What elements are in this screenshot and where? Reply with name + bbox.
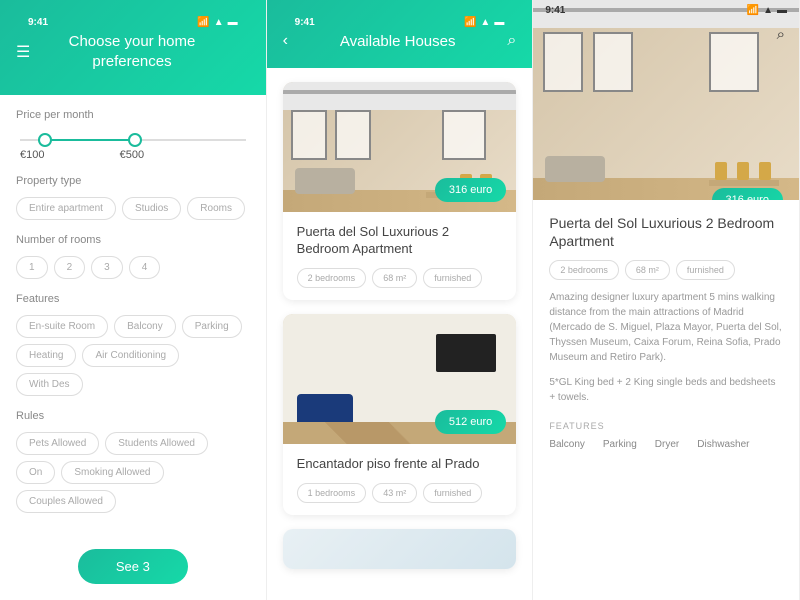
price-label: Price per month xyxy=(16,109,250,121)
listing-tag: 43 m² xyxy=(372,483,417,503)
signal-icon: 📶 xyxy=(197,17,209,28)
feature-chip[interactable]: En-suite Room xyxy=(16,315,108,338)
features-label: Features xyxy=(16,293,250,305)
menu-icon[interactable]: ☰ xyxy=(16,42,30,62)
listings-screen: 9:41 📶 ▲ ▬ ‹ Available Houses ⌕ 316 euro… xyxy=(267,0,534,600)
listing-tag: 68 m² xyxy=(372,268,417,288)
listings-content: 316 euro Puerta del Sol Luxurious 2 Bedro… xyxy=(267,68,533,588)
preferences-screen: 9:41 📶 ▲ ▬ ☰ Choose your home preference… xyxy=(0,0,267,600)
slider-handle-min[interactable] xyxy=(38,133,52,147)
signal-icon: 📶 xyxy=(747,5,759,16)
slider-handle-max[interactable] xyxy=(128,133,142,147)
hero-image: 316 euro xyxy=(533,0,799,200)
rule-chip[interactable]: On xyxy=(16,461,55,484)
room-count-chip[interactable]: 2 xyxy=(54,256,86,279)
room-count-chip[interactable]: 1 xyxy=(16,256,48,279)
page-title: Choose your home preferences xyxy=(30,32,233,71)
listing-image xyxy=(283,529,517,569)
room-count-chip[interactable]: 4 xyxy=(129,256,161,279)
listing-tag[interactable]: 68 m² xyxy=(625,260,670,280)
listing-card[interactable] xyxy=(283,529,517,569)
listing-tag: 1 bedrooms xyxy=(297,483,367,503)
header: 9:41 📶 ▲ ▬ ☰ Choose your home preference… xyxy=(0,0,266,95)
status-icons: 📶 ▲ ▬ xyxy=(464,17,504,28)
listing-tag: furnished xyxy=(423,483,482,503)
price-badge: 512 euro xyxy=(435,410,506,434)
rule-chip[interactable]: Pets Allowed xyxy=(16,432,99,455)
feature-item: Dryer xyxy=(655,439,679,450)
detail-screen: 9:41 📶 ▲ ▬ ⌕ 316 euro Puerta del Sol Lux… xyxy=(533,0,800,600)
listing-image: 512 euro xyxy=(283,314,517,444)
feature-chip[interactable]: Parking xyxy=(182,315,242,338)
property-type-chip[interactable]: Studios xyxy=(122,197,181,220)
status-icons: 📶 ▲ ▬ xyxy=(747,5,787,16)
room-count-chip[interactable]: 3 xyxy=(91,256,123,279)
signal-icon: 📶 xyxy=(464,17,476,28)
battery-icon: ▬ xyxy=(228,17,238,28)
feature-item: Balcony xyxy=(549,439,585,450)
status-bar: 9:41 📶 ▲ ▬ xyxy=(533,0,799,20)
feature-chip[interactable]: Heating xyxy=(16,344,76,367)
battery-icon: ▬ xyxy=(777,5,787,16)
listing-title: Puerta del Sol Luxurious 2 Bedroom Apart… xyxy=(549,214,783,250)
listing-title: Encantador piso frente al Prado xyxy=(297,456,503,473)
feature-chip[interactable]: Air Conditioning xyxy=(82,344,179,367)
listing-card[interactable]: 512 euro Encantador piso frente al Prado 1… xyxy=(283,314,517,515)
search-icon[interactable]: ⌕ xyxy=(507,32,516,50)
listing-tag: furnished xyxy=(423,268,482,288)
search-icon[interactable]: ⌕ xyxy=(777,26,785,43)
listing-tag[interactable]: 2 bedrooms xyxy=(549,260,619,280)
detail-body: Puerta del Sol Luxurious 2 Bedroom Apart… xyxy=(533,200,799,464)
rule-chip[interactable]: Students Allowed xyxy=(105,432,208,455)
status-bar: 9:41 📶 ▲ ▬ xyxy=(16,12,250,32)
listing-tag[interactable]: furnished xyxy=(676,260,735,280)
page-title: Available Houses xyxy=(288,33,507,50)
wifi-icon: ▲ xyxy=(763,5,773,16)
listing-description-2: 5*GL King bed + 2 King single beds and b… xyxy=(549,375,783,405)
status-time: 9:41 xyxy=(545,5,565,16)
feature-item: Parking xyxy=(603,439,637,450)
wifi-icon: ▲ xyxy=(480,17,490,28)
filters-content: Price per month €100 €500 Property type … xyxy=(0,95,266,600)
wifi-icon: ▲ xyxy=(214,17,224,28)
rules-label: Rules xyxy=(16,410,250,422)
rule-chip[interactable]: Smoking Allowed xyxy=(61,461,163,484)
feature-chip[interactable]: With Des xyxy=(16,373,83,396)
battery-icon: ▬ xyxy=(494,17,504,28)
status-icons: 📶 ▲ ▬ xyxy=(197,17,237,28)
property-type-chip[interactable]: Entire apartment xyxy=(16,197,116,220)
price-badge: 316 euro xyxy=(712,188,783,200)
listing-tag: 2 bedrooms xyxy=(297,268,367,288)
price-max: €500 xyxy=(120,149,144,161)
status-time: 9:41 xyxy=(28,17,48,28)
feature-chip[interactable]: Balcony xyxy=(114,315,176,338)
listing-title: Puerta del Sol Luxurious 2 Bedroom Apart… xyxy=(297,224,503,258)
feature-item: Dishwasher xyxy=(697,439,749,450)
status-time: 9:41 xyxy=(295,17,315,28)
rule-chip[interactable]: Couples Allowed xyxy=(16,490,116,513)
listing-description: Amazing designer luxury apartment 5 mins… xyxy=(549,290,783,365)
price-slider[interactable] xyxy=(20,139,246,141)
listing-card[interactable]: 316 euro Puerta del Sol Luxurious 2 Bedro… xyxy=(283,82,517,300)
features-heading: FEATURES xyxy=(549,421,783,431)
status-bar: 9:41 📶 ▲ ▬ xyxy=(283,12,517,32)
property-label: Property type xyxy=(16,175,250,187)
price-min: €100 xyxy=(20,149,44,161)
header: 9:41 📶 ▲ ▬ ‹ Available Houses ⌕ xyxy=(267,0,533,68)
property-type-chip[interactable]: Rooms xyxy=(187,197,245,220)
listing-image: 316 euro xyxy=(283,82,517,212)
see-results-button[interactable]: See 3 xyxy=(78,549,188,584)
price-badge: 316 euro xyxy=(435,178,506,202)
rooms-label: Number of rooms xyxy=(16,234,250,246)
